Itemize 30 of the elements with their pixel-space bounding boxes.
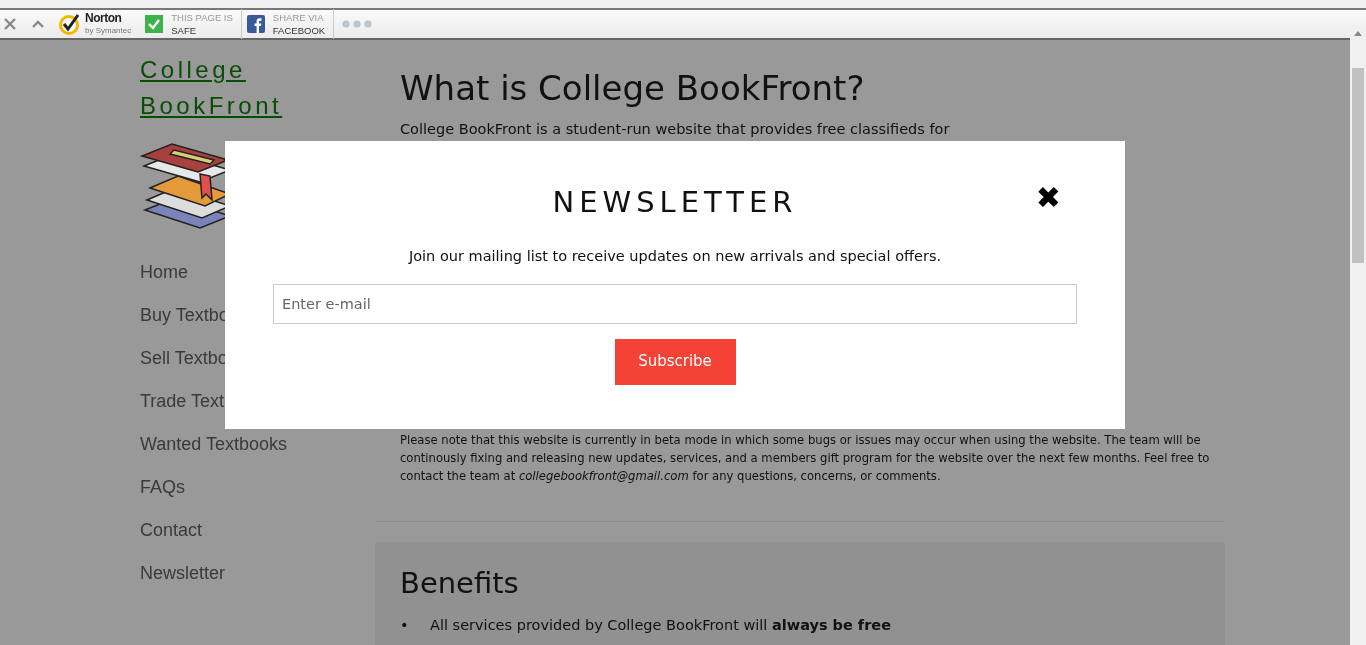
beta-notice: Please note that this website is currently in beta mode in which some bugs or issues may occur when using the website. The team will be continously fixing and releasing new updates, services, and a members gift program for the website over the next few months. Feel free to contact the team at collegebookfront@gmail.com for any questions, concerns, or comments. <box>400 431 1211 485</box>
intro-text: College BookFront is a student-run website that provides free classifieds for <box>400 119 951 139</box>
modal-title: NEWSLETTER <box>552 185 798 220</box>
share-label[interactable]: SHARE VIA <box>272 11 326 24</box>
modal-description: Join our mailing list to receive updates on new arrivals and special offers. <box>407 246 943 266</box>
site-title-link[interactable]: College BookFront <box>140 52 310 124</box>
collapse-icon[interactable] <box>32 20 44 28</box>
close-button[interactable]: ✖ <box>1035 183 1061 213</box>
safety-status: SAFE <box>171 24 198 37</box>
nav-link[interactable]: FAQs <box>140 475 375 518</box>
nav-link[interactable]: Contact <box>140 518 375 561</box>
norton-label: Norton <box>85 11 122 25</box>
page-heading: What is College BookFront? <box>400 68 866 109</box>
email-field[interactable]: Enter e-mail <box>273 283 1077 324</box>
check-circle-icon <box>59 13 81 35</box>
more-icon[interactable] <box>342 20 375 28</box>
check-icon <box>145 15 164 33</box>
benefits-heading: Benefits <box>400 565 520 601</box>
benefit-item: All services provided by College BookFront will always be free <box>430 616 891 636</box>
safety-label: THIS PAGE IS <box>171 11 233 24</box>
norton-subtitle: by Symantec <box>85 26 132 35</box>
bullet: • <box>400 616 410 636</box>
scroll-up-icon[interactable] <box>1354 31 1362 36</box>
facebook-icon[interactable] <box>246 15 265 33</box>
scrollbar-thumb[interactable] <box>1352 68 1364 263</box>
subscribe-button[interactable]: Subscribe <box>614 338 736 385</box>
share-target[interactable]: FACEBOOK <box>272 24 326 37</box>
nav-link[interactable]: Newsletter <box>140 561 375 604</box>
nav-link[interactable]: Wanted Textbooks <box>140 432 375 475</box>
close-icon[interactable] <box>4 18 16 30</box>
